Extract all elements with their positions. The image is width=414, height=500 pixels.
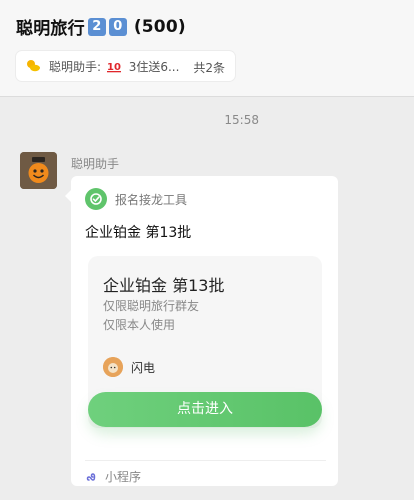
pumpkin-lantern-icon	[20, 152, 57, 189]
digit-badge-2: 2	[87, 17, 106, 36]
pinned-snippet: 3住送6...	[128, 59, 180, 74]
preview-line-1: 仅限聪明旅行群友	[103, 299, 200, 313]
pinned-count: 共2条	[193, 61, 225, 75]
card-app-name: 报名接龙工具	[115, 192, 188, 207]
pinned-sender: 聪明助手:	[49, 59, 102, 74]
creator-avatar	[103, 357, 123, 377]
creator-name: 闪电	[131, 360, 156, 375]
mini-program-icon	[86, 472, 96, 481]
sender-name: 聪明助手	[71, 157, 120, 171]
group-name: 聪明旅行	[16, 19, 85, 39]
enter-button[interactable]: 点击进入	[88, 392, 322, 427]
member-count: (500)	[133, 16, 186, 37]
mini-program-footer: 小程序	[85, 468, 141, 485]
card-app-row: 报名接龙工具	[85, 188, 187, 210]
hundred-points-icon: 100	[106, 59, 128, 73]
preview-line-2: 仅限本人使用	[103, 318, 176, 332]
group-header: 聪明旅行 2 0 (500) 聪明助手: 100 3住送6... 共2条	[0, 0, 414, 97]
preview-title: 企业铂金 第13批	[103, 276, 225, 295]
message-timestamp: 15:58	[224, 113, 259, 127]
mini-program-label: 小程序	[105, 470, 142, 484]
digit-badge-0: 0	[108, 17, 127, 36]
card-title: 企业铂金 第13批	[85, 225, 192, 241]
pin-weather-icon	[27, 60, 40, 72]
preview-creator: 闪电	[103, 357, 155, 377]
pinned-text: 聪明助手: 100 3住送6...	[49, 58, 179, 75]
group-title[interactable]: 聪明旅行 2 0 (500)	[16, 14, 186, 40]
card-divider	[85, 460, 326, 461]
mini-program-card[interactable]: 报名接龙工具 企业铂金 第13批 企业铂金 第13批 仅限聪明旅行群友 仅限本人…	[65, 176, 338, 486]
app-check-icon	[85, 188, 107, 210]
sender-avatar[interactable]	[20, 152, 57, 189]
pinned-message-bar[interactable]: 聪明助手: 100 3住送6... 共2条	[16, 51, 235, 81]
